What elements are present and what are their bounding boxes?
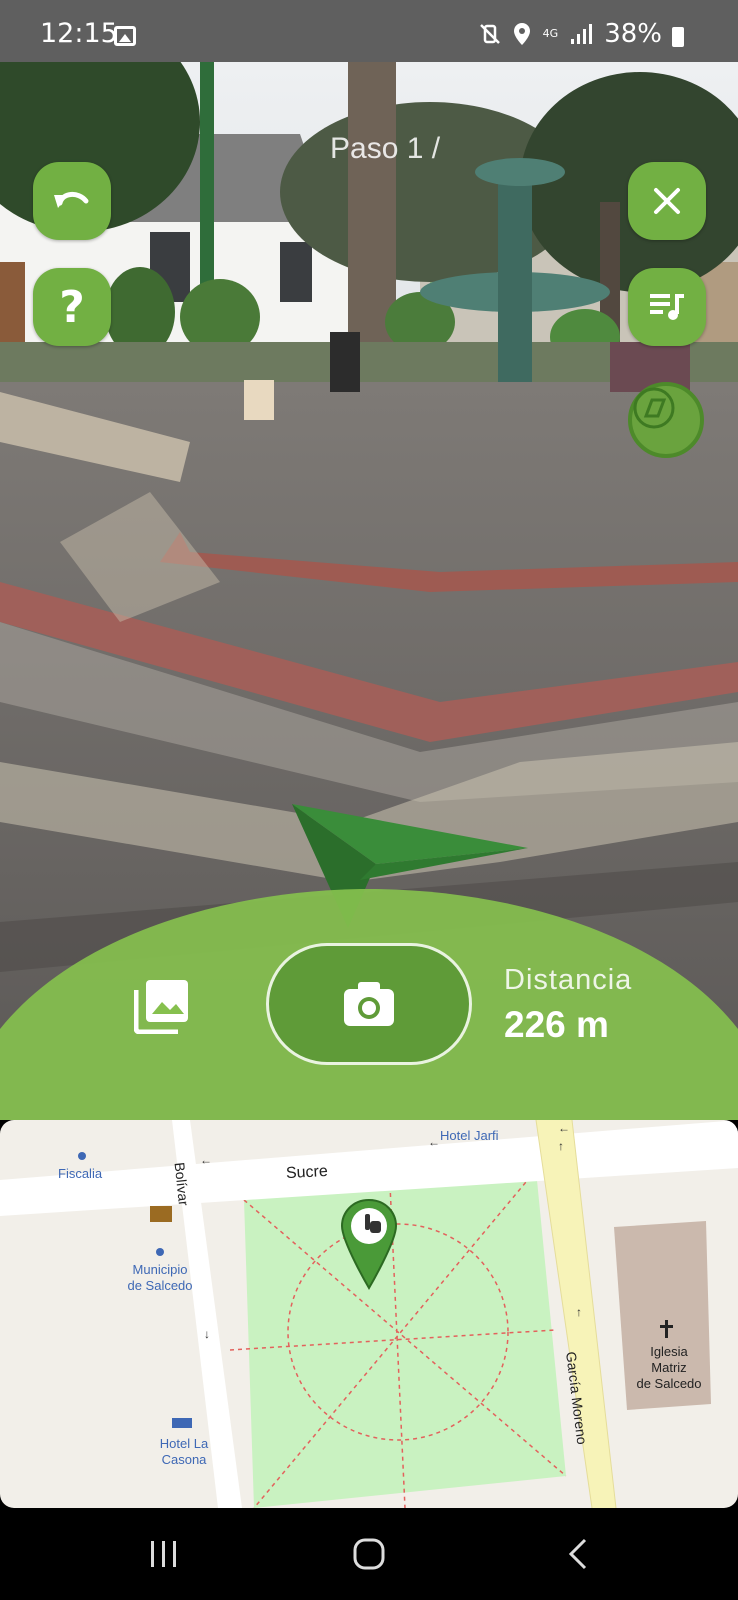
map-label-hotel-la-casona-line2: Casona — [161, 1452, 207, 1467]
battery-percent: 38% — [604, 19, 662, 49]
distance-value: 226 m — [504, 1004, 609, 1045]
playlist-button[interactable] — [628, 268, 706, 346]
help-button[interactable]: ? — [33, 268, 111, 346]
gallery-button[interactable] — [133, 978, 190, 1035]
svg-text:←: ← — [558, 1121, 570, 1135]
signal-icon — [571, 24, 593, 44]
map-label-municipio-line2: de Salcedo — [127, 1278, 193, 1293]
map-label-fiscalia: Fiscalia — [58, 1166, 103, 1181]
svg-text:↑: ↑ — [558, 1139, 564, 1153]
screenshot-notification-icon — [114, 26, 136, 46]
network-type: 4G — [542, 27, 559, 40]
map-label-hotel-jarfi: Hotel Jarfi — [440, 1128, 499, 1143]
playlist-music-icon — [650, 294, 684, 320]
battery-icon — [672, 27, 684, 47]
status-time: 12:15 — [40, 18, 118, 49]
back-icon — [568, 1538, 587, 1570]
camera-icon — [344, 982, 394, 1026]
map-label-iglesia-line3: de Salcedo — [636, 1376, 702, 1391]
step-label: Paso 1 / — [330, 132, 441, 165]
location-icon — [513, 23, 530, 45]
close-button[interactable] — [628, 162, 706, 240]
photo-library-icon — [133, 980, 188, 1035]
map-label-hotel-la-casona-line1: Hotel La — [159, 1436, 209, 1451]
camera-capture-button[interactable] — [266, 943, 472, 1065]
distance-label: Distancia — [504, 964, 633, 996]
back-button[interactable] — [518, 1508, 638, 1600]
help-label: ? — [59, 281, 85, 333]
map-label-municipio-line1: Municipio — [132, 1262, 188, 1277]
svg-text:↓: ↓ — [204, 1327, 210, 1341]
status-bar: 12:15 4G 38% — [0, 0, 738, 62]
home-icon — [353, 1538, 385, 1570]
svg-text:←: ← — [428, 1135, 440, 1149]
map-label-hotel-la-casona: Hotel La Casona — [144, 1436, 224, 1468]
svg-text:←: ← — [200, 1153, 212, 1167]
compass-button[interactable] — [628, 382, 704, 458]
close-icon — [654, 188, 680, 214]
map-label-iglesia-line2: Matriz — [651, 1360, 687, 1375]
status-indicators: 4G 38% — [479, 19, 662, 49]
undo-button[interactable] — [33, 162, 111, 240]
recents-button[interactable] — [104, 1508, 224, 1600]
compass-plane-icon — [633, 387, 675, 429]
svg-text:↑: ↑ — [576, 1305, 582, 1319]
home-button[interactable] — [309, 1508, 429, 1600]
map-road-sucre: Sucre — [285, 1162, 329, 1183]
undo-icon — [54, 192, 89, 208]
system-nav-bar — [0, 1508, 738, 1600]
map-view[interactable]: ← ← ← ↑ ↓ ↑ Hotel Jarfi Fiscalia Municip… — [0, 1120, 738, 1508]
mute-vibrate-icon — [479, 24, 500, 44]
map-label-municipio: Municipio de Salcedo — [120, 1262, 200, 1294]
map-label-iglesia: Iglesia Matriz de Salcedo — [624, 1344, 714, 1392]
map-label-iglesia-line1: Iglesia — [650, 1344, 688, 1359]
map-tiles: ← ← ← ↑ ↓ ↑ — [0, 1120, 738, 1508]
recents-icon — [151, 1541, 176, 1567]
